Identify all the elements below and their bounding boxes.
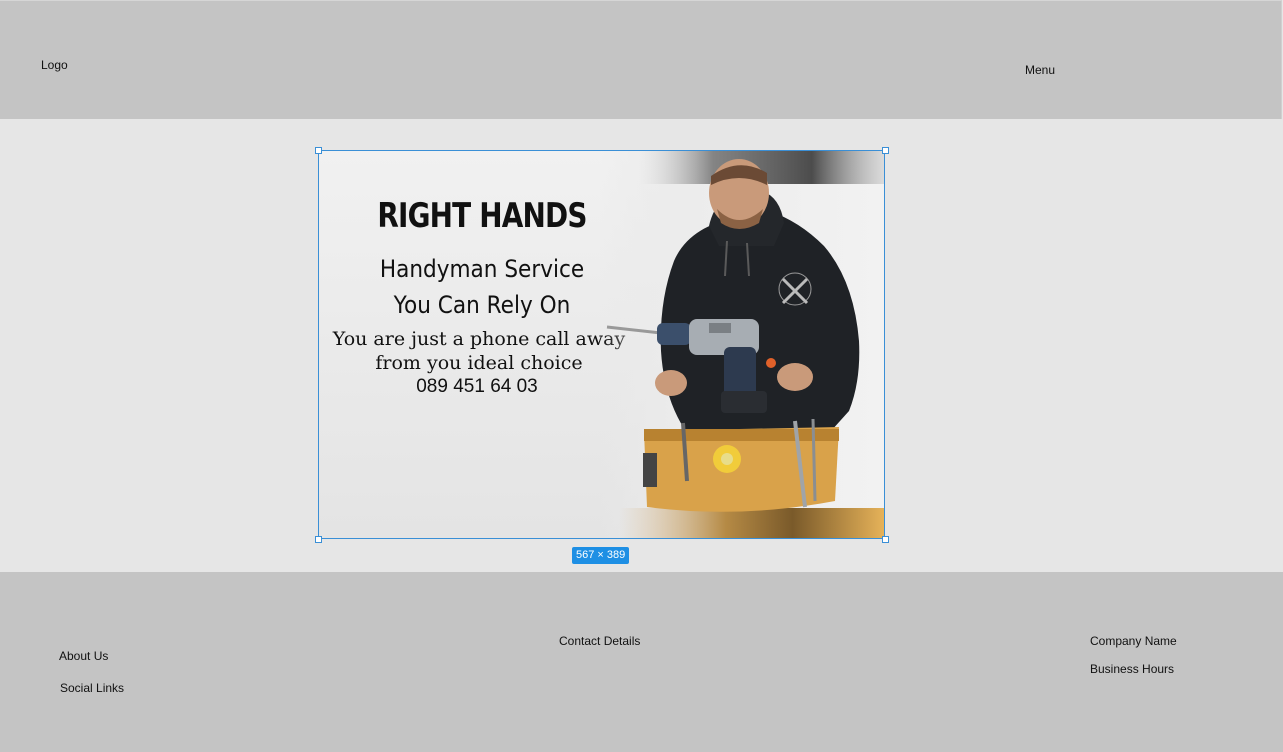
resize-handle-top-left[interactable] — [315, 147, 322, 154]
handyman-photo — [599, 151, 884, 538]
menu-button[interactable]: Menu — [1025, 63, 1055, 77]
logo-placeholder[interactable]: Logo — [41, 58, 68, 72]
footer-company-name: Company Name — [1090, 634, 1177, 648]
footer-contact-details[interactable]: Contact Details — [559, 634, 640, 648]
footer-social-links[interactable]: Social Links — [60, 681, 124, 695]
resize-handle-bottom-left[interactable] — [315, 536, 322, 543]
banner-phone: 089 451 64 03 — [416, 376, 538, 397]
size-badge: 567 × 389 — [572, 547, 630, 564]
site-footer: About Us Social Links Contact Details Co… — [0, 572, 1283, 752]
site-header: Logo Menu — [0, 0, 1282, 119]
banner-image[interactable]: RIGHT HANDS Handyman Service You Can Rel… — [318, 150, 885, 539]
resize-handle-bottom-right[interactable] — [882, 536, 889, 543]
footer-about-link[interactable]: About Us — [59, 649, 108, 663]
footer-business-hours: Business Hours — [1090, 662, 1175, 676]
banner-subtitle-line1: Handyman Service — [379, 255, 585, 283]
banner-body-line1: You are just a phone call away — [332, 328, 626, 350]
banner-subtitle-line2: You Can Rely On — [393, 291, 571, 319]
banner-title: RIGHT HANDS — [377, 196, 587, 236]
banner-body-line2: from you ideal choice — [375, 352, 583, 374]
resize-handle-top-right[interactable] — [882, 147, 889, 154]
